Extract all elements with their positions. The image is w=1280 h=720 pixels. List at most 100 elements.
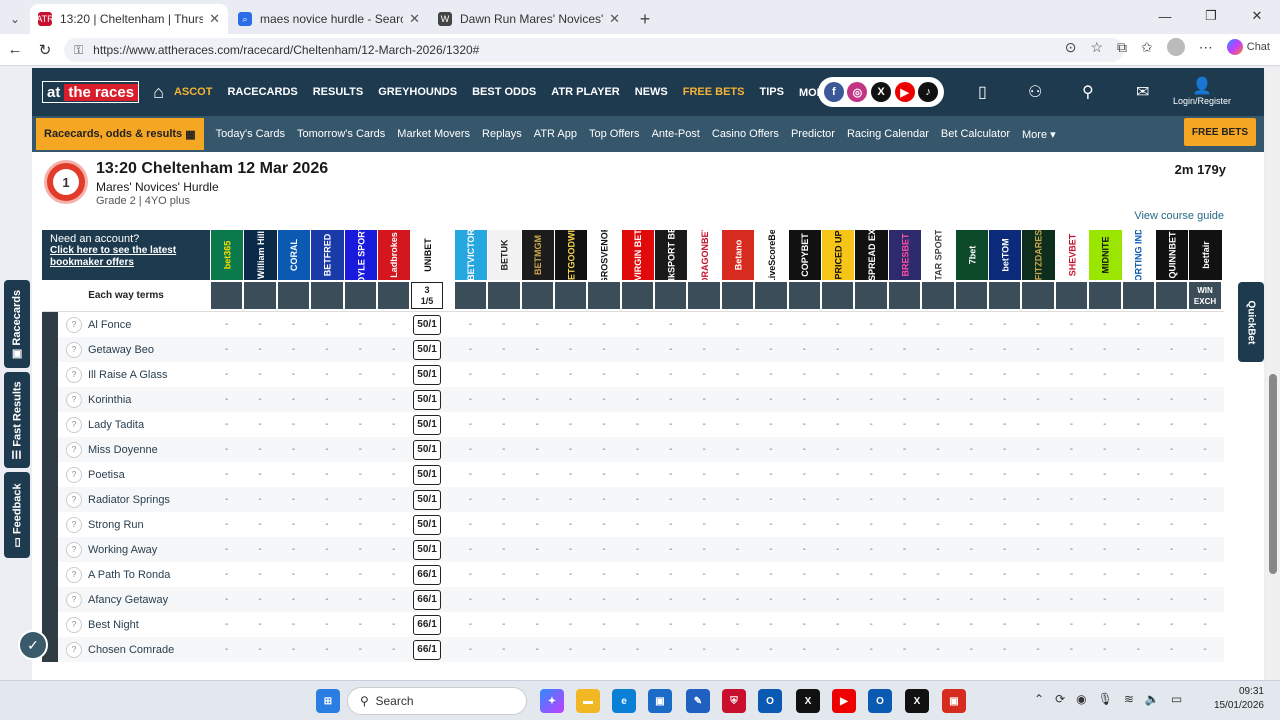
mobile-icon[interactable]: ▯ [978,82,987,102]
odds-cell[interactable]: - [454,419,487,430]
bookmaker-logo[interactable]: 7bet [954,230,988,280]
odds-cell[interactable]: - [310,569,343,580]
bookmaker-logo[interactable]: talkSPORT BET [654,230,688,280]
odds-cell[interactable]: - [854,469,887,480]
odds-cell[interactable]: - [554,619,587,630]
odds-cell[interactable]: - [1122,369,1155,380]
sub-nav-item[interactable]: Replays [482,128,522,141]
odds-cell[interactable]: - [888,344,921,355]
odds-cell[interactable]: - [487,594,520,605]
odds-cell[interactable]: - [554,319,587,330]
odds-cell[interactable]: - [1055,369,1088,380]
odds-cell[interactable]: - [955,344,988,355]
odds-cell[interactable]: - [988,444,1021,455]
bookmaker-logo[interactable]: BETGOODWIN [553,230,588,280]
bookmaker-logo[interactable]: QUINNBET [1154,230,1189,280]
sub-nav-item[interactable]: Casino Offers [712,128,779,141]
odds-cell[interactable]: - [854,644,887,655]
odds-cell[interactable]: - [344,419,377,430]
url-field[interactable]: ⚿ https://www.attheraces.com/racecard/Ch… [64,38,1124,62]
odds-cell[interactable]: - [487,344,520,355]
odds-cell[interactable]: - [587,369,620,380]
odds-cell[interactable]: - [1155,419,1188,430]
odds-cell[interactable]: - [554,469,587,480]
bookmaker-logo[interactable]: VIRGIN BET [620,230,655,280]
odds-cell[interactable]: - [921,569,954,580]
runner-name-cell[interactable]: ? Afancy Getaway [42,587,210,612]
odds-cell[interactable]: - [687,319,720,330]
youtube-app-icon[interactable]: ▶ [832,689,856,713]
youtube-icon[interactable]: ▶ [894,82,915,102]
odds-cell[interactable]: - [1021,394,1054,405]
odds-cell[interactable]: - [1188,619,1221,630]
odds-cell[interactable]: 66/1 [410,639,443,660]
odds-cell[interactable]: - [277,444,310,455]
odds-cell[interactable]: - [344,544,377,555]
runner-name-cell[interactable]: ? Working Away [42,537,210,562]
odds-cell[interactable]: - [955,369,988,380]
odds-cell[interactable]: - [1122,319,1155,330]
odds-cell[interactable]: - [521,394,554,405]
odds-cell[interactable]: - [621,594,654,605]
runner-name-cell[interactable]: ? Strong Run [42,512,210,537]
binoculars-icon[interactable]: ⚇ [1028,82,1042,102]
odds-cell[interactable]: 50/1 [410,389,443,410]
extensions-icon[interactable]: ⧉ [1117,39,1127,56]
odds-cell[interactable]: - [754,594,787,605]
odds-cell[interactable]: - [587,594,620,605]
odds-price[interactable]: 50/1 [413,389,442,410]
racecards-odds-results-tab[interactable]: Racecards, odds & results ▦ [36,118,204,150]
bookmaker-logo[interactable]: bet365 [210,230,244,280]
odds-cell[interactable]: - [210,369,243,380]
odds-cell[interactable]: - [587,494,620,505]
odds-cell[interactable]: - [687,369,720,380]
odds-cell[interactable]: - [1055,494,1088,505]
odds-cell[interactable]: - [1122,419,1155,430]
odds-cell[interactable]: - [654,494,687,505]
odds-cell[interactable]: - [554,369,587,380]
odds-cell[interactable]: - [1055,544,1088,555]
odds-cell[interactable]: - [487,319,520,330]
runner-name-cell[interactable]: ? Lady Tadita [42,412,210,437]
odds-cell[interactable]: - [521,544,554,555]
odds-cell[interactable]: - [687,394,720,405]
odds-cell[interactable]: - [521,319,554,330]
odds-cell[interactable]: - [1155,619,1188,630]
odds-cell[interactable]: - [521,369,554,380]
odds-cell[interactable]: - [587,619,620,630]
odds-cell[interactable]: 66/1 [410,564,443,585]
odds-cell[interactable]: - [1122,494,1155,505]
runner-name[interactable]: Afancy Getaway [88,594,168,606]
main-nav-item[interactable]: ASCOT [174,86,213,99]
odds-cell[interactable]: - [1021,519,1054,530]
odds-cell[interactable]: - [243,319,276,330]
odds-cell[interactable]: - [277,319,310,330]
odds-cell[interactable]: - [454,394,487,405]
odds-cell[interactable]: - [1088,569,1121,580]
odds-cell[interactable]: - [687,469,720,480]
odds-cell[interactable]: - [377,494,410,505]
odds-cell[interactable]: - [721,519,754,530]
new-tab-button[interactable]: + [630,4,660,34]
odds-cell[interactable]: - [554,444,587,455]
odds-cell[interactable]: - [554,569,587,580]
odds-cell[interactable]: - [243,494,276,505]
x-icon[interactable]: X [870,82,891,102]
odds-cell[interactable]: - [955,469,988,480]
odds-cell[interactable]: - [377,569,410,580]
odds-cell[interactable]: 50/1 [410,314,443,335]
media-app-icon[interactable]: ▣ [942,689,966,713]
odds-cell[interactable]: - [1021,569,1054,580]
odds-cell[interactable]: - [1188,494,1221,505]
store-icon[interactable]: ▣ [648,689,672,713]
runner-name-cell[interactable]: ? Ill Raise A Glass [42,362,210,387]
odds-cell[interactable]: - [310,519,343,530]
search-icon[interactable]: ⚲ [1082,82,1094,102]
odds-cell[interactable]: - [1021,419,1054,430]
odds-cell[interactable]: - [1155,344,1188,355]
odds-cell[interactable]: - [377,394,410,405]
outlook-new-icon[interactable]: O [868,689,892,713]
odds-cell[interactable]: - [888,569,921,580]
odds-cell[interactable]: - [988,319,1021,330]
sub-nav-item[interactable]: Predictor [791,128,835,141]
